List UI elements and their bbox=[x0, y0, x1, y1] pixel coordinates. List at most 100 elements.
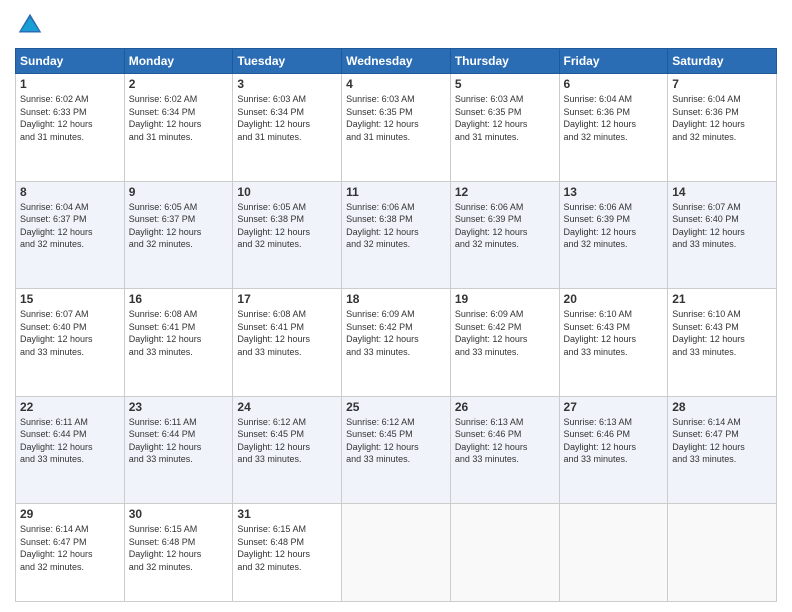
day-info: Sunrise: 6:15 AM Sunset: 6:48 PM Dayligh… bbox=[237, 523, 337, 573]
day-info: Sunrise: 6:02 AM Sunset: 6:34 PM Dayligh… bbox=[129, 93, 229, 143]
day-info: Sunrise: 6:06 AM Sunset: 6:38 PM Dayligh… bbox=[346, 201, 446, 251]
day-info: Sunrise: 6:09 AM Sunset: 6:42 PM Dayligh… bbox=[455, 308, 555, 358]
day-number: 7 bbox=[672, 77, 772, 91]
calendar-cell: 13 Sunrise: 6:06 AM Sunset: 6:39 PM Dayli… bbox=[559, 181, 668, 289]
day-info: Sunrise: 6:06 AM Sunset: 6:39 PM Dayligh… bbox=[455, 201, 555, 251]
calendar-week-row: 22 Sunrise: 6:11 AM Sunset: 6:44 PM Dayli… bbox=[16, 396, 777, 504]
calendar-cell: 26 Sunrise: 6:13 AM Sunset: 6:46 PM Dayli… bbox=[450, 396, 559, 504]
calendar-header-saturday: Saturday bbox=[668, 49, 777, 74]
calendar-cell: 2 Sunrise: 6:02 AM Sunset: 6:34 PM Daylig… bbox=[124, 74, 233, 182]
calendar-cell: 11 Sunrise: 6:06 AM Sunset: 6:38 PM Dayli… bbox=[342, 181, 451, 289]
day-number: 15 bbox=[20, 292, 120, 306]
calendar-cell bbox=[450, 504, 559, 602]
calendar-table: SundayMondayTuesdayWednesdayThursdayFrid… bbox=[15, 48, 777, 602]
day-info: Sunrise: 6:03 AM Sunset: 6:35 PM Dayligh… bbox=[346, 93, 446, 143]
day-info: Sunrise: 6:13 AM Sunset: 6:46 PM Dayligh… bbox=[455, 416, 555, 466]
day-number: 17 bbox=[237, 292, 337, 306]
day-info: Sunrise: 6:10 AM Sunset: 6:43 PM Dayligh… bbox=[672, 308, 772, 358]
calendar-cell: 21 Sunrise: 6:10 AM Sunset: 6:43 PM Dayli… bbox=[668, 289, 777, 397]
day-info: Sunrise: 6:15 AM Sunset: 6:48 PM Dayligh… bbox=[129, 523, 229, 573]
calendar-header-friday: Friday bbox=[559, 49, 668, 74]
day-info: Sunrise: 6:06 AM Sunset: 6:39 PM Dayligh… bbox=[564, 201, 664, 251]
calendar-cell: 18Sunrise: 6:09 AM Sunset: 6:42 PM Dayli… bbox=[342, 289, 451, 397]
day-info: Sunrise: 6:10 AM Sunset: 6:43 PM Dayligh… bbox=[564, 308, 664, 358]
calendar-cell: 5Sunrise: 6:03 AM Sunset: 6:35 PM Daylig… bbox=[450, 74, 559, 182]
generalblue-logo-icon bbox=[15, 10, 45, 40]
day-info: Sunrise: 6:08 AM Sunset: 6:41 PM Dayligh… bbox=[237, 308, 337, 358]
calendar-week-row: 29 Sunrise: 6:14 AM Sunset: 6:47 PM Dayli… bbox=[16, 504, 777, 602]
day-info: Sunrise: 6:07 AM Sunset: 6:40 PM Dayligh… bbox=[20, 308, 120, 358]
day-number: 2 bbox=[129, 77, 229, 91]
calendar-cell: 28 Sunrise: 6:14 AM Sunset: 6:47 PM Dayli… bbox=[668, 396, 777, 504]
day-info: Sunrise: 6:08 AM Sunset: 6:41 PM Dayligh… bbox=[129, 308, 229, 358]
day-number: 12 bbox=[455, 185, 555, 199]
day-info: Sunrise: 6:02 AM Sunset: 6:33 PM Dayligh… bbox=[20, 93, 120, 143]
calendar-cell: 30 Sunrise: 6:15 AM Sunset: 6:48 PM Dayli… bbox=[124, 504, 233, 602]
calendar-cell: 20 Sunrise: 6:10 AM Sunset: 6:43 PM Dayli… bbox=[559, 289, 668, 397]
day-number: 8 bbox=[20, 185, 120, 199]
day-number: 4 bbox=[346, 77, 446, 91]
day-info: Sunrise: 6:14 AM Sunset: 6:47 PM Dayligh… bbox=[20, 523, 120, 573]
day-info: Sunrise: 6:11 AM Sunset: 6:44 PM Dayligh… bbox=[129, 416, 229, 466]
calendar-cell: 12 Sunrise: 6:06 AM Sunset: 6:39 PM Dayli… bbox=[450, 181, 559, 289]
day-number: 3 bbox=[237, 77, 337, 91]
calendar-header-thursday: Thursday bbox=[450, 49, 559, 74]
calendar-cell: 31 Sunrise: 6:15 AM Sunset: 6:48 PM Dayli… bbox=[233, 504, 342, 602]
day-number: 21 bbox=[672, 292, 772, 306]
header bbox=[15, 10, 777, 40]
day-number: 31 bbox=[237, 507, 337, 521]
calendar-cell: 14Sunrise: 6:07 AM Sunset: 6:40 PM Dayli… bbox=[668, 181, 777, 289]
day-number: 10 bbox=[237, 185, 337, 199]
calendar-cell bbox=[668, 504, 777, 602]
day-info: Sunrise: 6:11 AM Sunset: 6:44 PM Dayligh… bbox=[20, 416, 120, 466]
calendar-cell: 1 Sunrise: 6:02 AM Sunset: 6:33 PM Daylig… bbox=[16, 74, 125, 182]
day-info: Sunrise: 6:05 AM Sunset: 6:38 PM Dayligh… bbox=[237, 201, 337, 251]
day-info: Sunrise: 6:09 AM Sunset: 6:42 PM Dayligh… bbox=[346, 308, 446, 358]
calendar-header-row: SundayMondayTuesdayWednesdayThursdayFrid… bbox=[16, 49, 777, 74]
calendar-cell: 4 Sunrise: 6:03 AM Sunset: 6:35 PM Daylig… bbox=[342, 74, 451, 182]
calendar-cell: 8 Sunrise: 6:04 AM Sunset: 6:37 PM Daylig… bbox=[16, 181, 125, 289]
day-number: 25 bbox=[346, 400, 446, 414]
day-number: 11 bbox=[346, 185, 446, 199]
day-info: Sunrise: 6:04 AM Sunset: 6:36 PM Dayligh… bbox=[564, 93, 664, 143]
day-info: Sunrise: 6:14 AM Sunset: 6:47 PM Dayligh… bbox=[672, 416, 772, 466]
calendar-cell: 23Sunrise: 6:11 AM Sunset: 6:44 PM Dayli… bbox=[124, 396, 233, 504]
calendar-cell: 3 Sunrise: 6:03 AM Sunset: 6:34 PM Daylig… bbox=[233, 74, 342, 182]
calendar-header-sunday: Sunday bbox=[16, 49, 125, 74]
calendar-cell: 25 Sunrise: 6:12 AM Sunset: 6:45 PM Dayli… bbox=[342, 396, 451, 504]
day-number: 22 bbox=[20, 400, 120, 414]
day-number: 29 bbox=[20, 507, 120, 521]
calendar-cell: 17 Sunrise: 6:08 AM Sunset: 6:41 PM Dayli… bbox=[233, 289, 342, 397]
day-number: 9 bbox=[129, 185, 229, 199]
calendar-header-tuesday: Tuesday bbox=[233, 49, 342, 74]
day-info: Sunrise: 6:03 AM Sunset: 6:35 PM Dayligh… bbox=[455, 93, 555, 143]
calendar-cell: 29 Sunrise: 6:14 AM Sunset: 6:47 PM Dayli… bbox=[16, 504, 125, 602]
day-number: 6 bbox=[564, 77, 664, 91]
calendar-cell: 7 Sunrise: 6:04 AM Sunset: 6:36 PM Daylig… bbox=[668, 74, 777, 182]
day-number: 16 bbox=[129, 292, 229, 306]
calendar-header-monday: Monday bbox=[124, 49, 233, 74]
day-number: 24 bbox=[237, 400, 337, 414]
day-number: 27 bbox=[564, 400, 664, 414]
calendar-cell: 9 Sunrise: 6:05 AM Sunset: 6:37 PM Daylig… bbox=[124, 181, 233, 289]
day-info: Sunrise: 6:03 AM Sunset: 6:34 PM Dayligh… bbox=[237, 93, 337, 143]
day-number: 20 bbox=[564, 292, 664, 306]
calendar-cell: 6 Sunrise: 6:04 AM Sunset: 6:36 PM Daylig… bbox=[559, 74, 668, 182]
day-number: 13 bbox=[564, 185, 664, 199]
day-info: Sunrise: 6:12 AM Sunset: 6:45 PM Dayligh… bbox=[237, 416, 337, 466]
day-number: 28 bbox=[672, 400, 772, 414]
day-number: 26 bbox=[455, 400, 555, 414]
page: SundayMondayTuesdayWednesdayThursdayFrid… bbox=[0, 0, 792, 612]
day-info: Sunrise: 6:13 AM Sunset: 6:46 PM Dayligh… bbox=[564, 416, 664, 466]
day-number: 30 bbox=[129, 507, 229, 521]
day-info: Sunrise: 6:05 AM Sunset: 6:37 PM Dayligh… bbox=[129, 201, 229, 251]
day-info: Sunrise: 6:04 AM Sunset: 6:37 PM Dayligh… bbox=[20, 201, 120, 251]
calendar-cell: 27 Sunrise: 6:13 AM Sunset: 6:46 PM Dayli… bbox=[559, 396, 668, 504]
calendar-cell bbox=[559, 504, 668, 602]
day-number: 1 bbox=[20, 77, 120, 91]
calendar-cell: 22 Sunrise: 6:11 AM Sunset: 6:44 PM Dayli… bbox=[16, 396, 125, 504]
calendar-week-row: 8 Sunrise: 6:04 AM Sunset: 6:37 PM Daylig… bbox=[16, 181, 777, 289]
day-info: Sunrise: 6:12 AM Sunset: 6:45 PM Dayligh… bbox=[346, 416, 446, 466]
day-info: Sunrise: 6:04 AM Sunset: 6:36 PM Dayligh… bbox=[672, 93, 772, 143]
day-number: 14 bbox=[672, 185, 772, 199]
